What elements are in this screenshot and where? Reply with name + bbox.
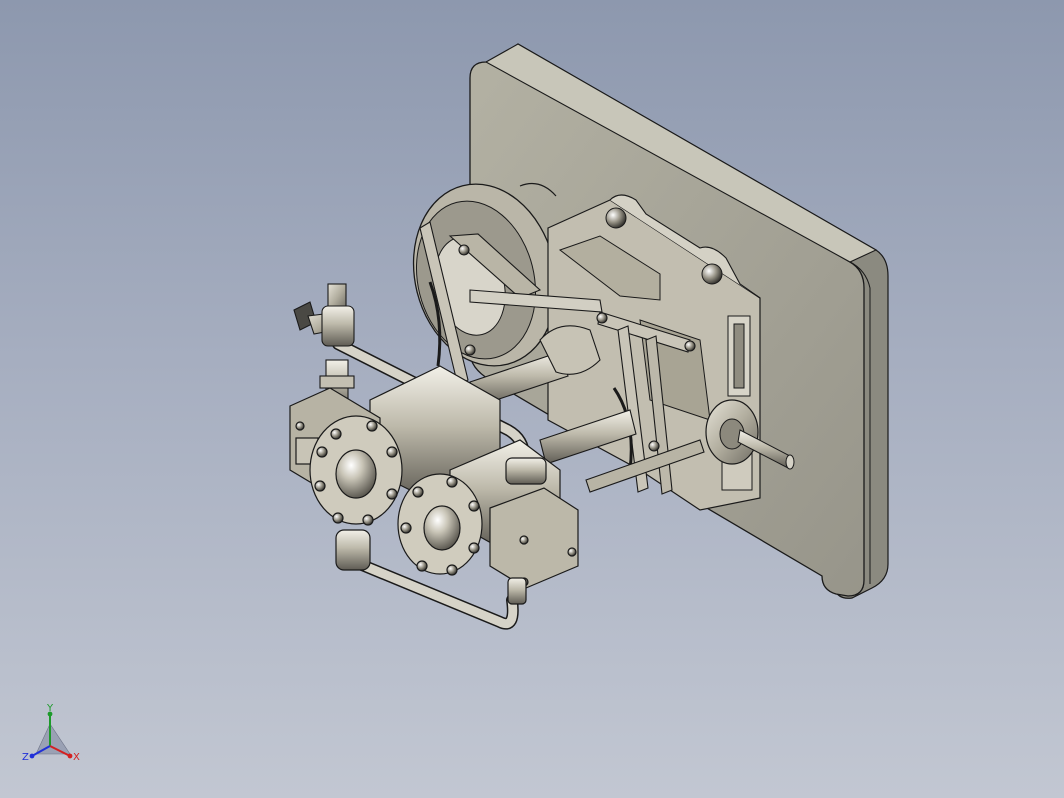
y-axis-label: Y xyxy=(46,703,54,714)
z-axis-label: Z xyxy=(22,752,29,763)
cad-viewport[interactable]: Y X Z xyxy=(0,0,1064,798)
steam-engine-model[interactable] xyxy=(0,0,1064,798)
view-orientation-triad[interactable]: Y X Z xyxy=(18,702,88,772)
x-axis-label: X xyxy=(73,752,80,763)
triad-plane xyxy=(35,723,71,755)
